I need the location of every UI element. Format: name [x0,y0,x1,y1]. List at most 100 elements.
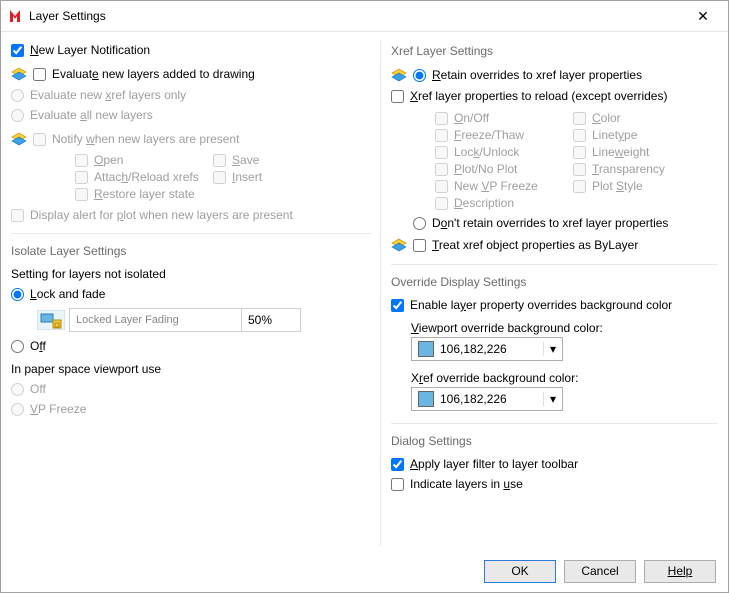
locked-layer-fading-label: Locked Layer Fading [70,309,242,331]
layers-icon [391,67,407,83]
enable-override-bg-checkbox[interactable] [391,299,404,312]
apply-layer-filter-label: Apply layer filter to layer toolbar [410,457,578,471]
paper-off-label: Off [30,382,46,396]
vp-freeze-radio [11,403,24,416]
eval-all-new-radio [11,109,24,122]
eval-all-new-label: Evaluate all new layers [30,108,153,122]
lineweight-checkbox [573,146,586,159]
restore-state-label: Restore layer state [94,187,195,201]
evaluate-new-layers-checkbox[interactable] [33,68,46,81]
eval-xref-only-label: Evaluate new xref layers only [30,88,186,102]
onoff-label: On/Off [454,111,489,125]
color-swatch [418,391,434,407]
paper-space-label: In paper space viewport use [11,362,372,376]
ok-button[interactable]: OK [484,560,556,583]
override-section-title: Override Display Settings [391,275,718,289]
viewport-override-label: Viewport override background color: [411,321,718,335]
locked-layer-fading-value[interactable]: 50% [242,309,300,331]
lock-and-fade-row[interactable]: Lock and fade [11,287,372,301]
eval-xref-only-radio [11,89,24,102]
dialog-section-title: Dialog Settings [391,434,718,448]
xref-reload-row[interactable]: Xref layer properties to reload (except … [391,89,718,103]
display-alert-row: Display alert for plot when new layers a… [11,208,372,222]
retain-overrides-row[interactable]: Retain overrides to xref layer propertie… [391,67,718,83]
indicate-in-use-row[interactable]: Indicate layers in use [391,477,718,491]
description-checkbox [435,197,448,210]
newvpfreeze-label: New VP Freeze [454,179,538,193]
fade-icon [37,310,65,330]
layers-icon [391,237,407,253]
retain-overrides-radio[interactable] [413,69,426,82]
attach-reload-label: Attach/Reload xrefs [94,170,199,184]
display-alert-label: Display alert for plot when new layers a… [30,208,293,222]
new-layer-notification[interactable]: New Layer Notification [11,43,372,57]
chevron-down-icon[interactable]: ▾ [543,392,562,406]
indicate-in-use-checkbox[interactable] [391,478,404,491]
save-checkbox [213,154,226,167]
indicate-in-use-label: Indicate layers in use [410,477,523,491]
xref-override-label: Xref override background color: [411,371,718,385]
lock-and-fade-radio[interactable] [11,288,24,301]
eval-all-new: Evaluate all new layers [11,108,372,122]
lock-and-fade-label: Lock and fade [30,287,105,301]
xref-override-color-combo[interactable]: 106,182,226 ▾ [411,387,563,411]
plotnoplot-checkbox [435,163,448,176]
description-label: Description [454,196,514,210]
treat-bylayer-row[interactable]: Treat xref object properties as ByLayer [391,237,718,253]
insert-row: Insert [213,170,351,184]
attach-reload-checkbox [75,171,88,184]
linetype-checkbox [573,129,586,142]
notify-new-layers-label: Notify when new layers are present [52,132,239,146]
isolate-off-label: Off [30,339,46,353]
save-label: Save [232,153,259,167]
evaluate-new-layers-label: Evaluate new layers added to drawing [52,67,255,81]
viewport-override-color-combo[interactable]: 106,182,226 ▾ [411,337,563,361]
isolate-setting-label: Setting for layers not isolated [11,267,372,281]
color-label: Color [592,111,621,125]
xref-override-color-value: 106,182,226 [440,392,543,406]
plotstyle-label: Plot Style [592,179,643,193]
open-row: Open [75,153,213,167]
new-layer-notification-label: New Layer Notification [30,43,150,57]
isolate-section-title: Isolate Layer Settings [11,244,372,258]
titlebar: Layer Settings ✕ [1,1,728,32]
open-label: Open [94,153,123,167]
help-button-label: Help [668,564,693,578]
layers-icon [11,66,27,82]
dont-retain-label: Don't retain overrides to xref layer pro… [432,216,668,230]
cancel-button[interactable]: Cancel [564,560,636,583]
chevron-down-icon[interactable]: ▾ [543,342,562,356]
xref-reload-checkbox[interactable] [391,90,404,103]
locked-layer-fading-field[interactable]: Locked Layer Fading 50% [69,308,301,332]
window-title: Layer Settings [29,9,686,23]
lockunlock-label: Lock/Unlock [454,145,519,159]
enable-override-bg-label: Enable layer property overrides backgrou… [410,298,672,312]
evaluate-new-layers-row[interactable]: Evaluate new layers added to drawing [11,66,372,82]
insert-checkbox [213,171,226,184]
onoff-checkbox [435,112,448,125]
dont-retain-radio[interactable] [413,217,426,230]
insert-label: Insert [232,170,262,184]
new-layer-notification-checkbox[interactable] [11,44,24,57]
plotstyle-checkbox [573,180,586,193]
help-button[interactable]: Help [644,560,716,583]
dialog-footer: OK Cancel Help [1,550,728,592]
color-checkbox [573,112,586,125]
display-alert-checkbox [11,209,24,222]
freezethaw-label: Freeze/Thaw [454,128,524,142]
lineweight-label: Lineweight [592,145,649,159]
plotnoplot-label: Plot/No Plot [454,162,517,176]
attach-reload-row: Attach/Reload xrefs [75,170,213,184]
apply-layer-filter-checkbox[interactable] [391,458,404,471]
newvpfreeze-checkbox [435,180,448,193]
dialog-body: New Layer Notification Evaluate new laye… [1,32,728,550]
dont-retain-row[interactable]: Don't retain overrides to xref layer pro… [413,216,718,230]
enable-override-bg-row[interactable]: Enable layer property overrides backgrou… [391,298,718,312]
isolate-off-radio[interactable] [11,340,24,353]
treat-bylayer-checkbox[interactable] [413,239,426,252]
apply-layer-filter-row[interactable]: Apply layer filter to layer toolbar [391,457,718,471]
close-icon[interactable]: ✕ [686,1,720,31]
isolate-off-row[interactable]: Off [11,339,372,353]
xref-section-title: Xref Layer Settings [391,44,718,58]
save-row: Save [213,153,351,167]
